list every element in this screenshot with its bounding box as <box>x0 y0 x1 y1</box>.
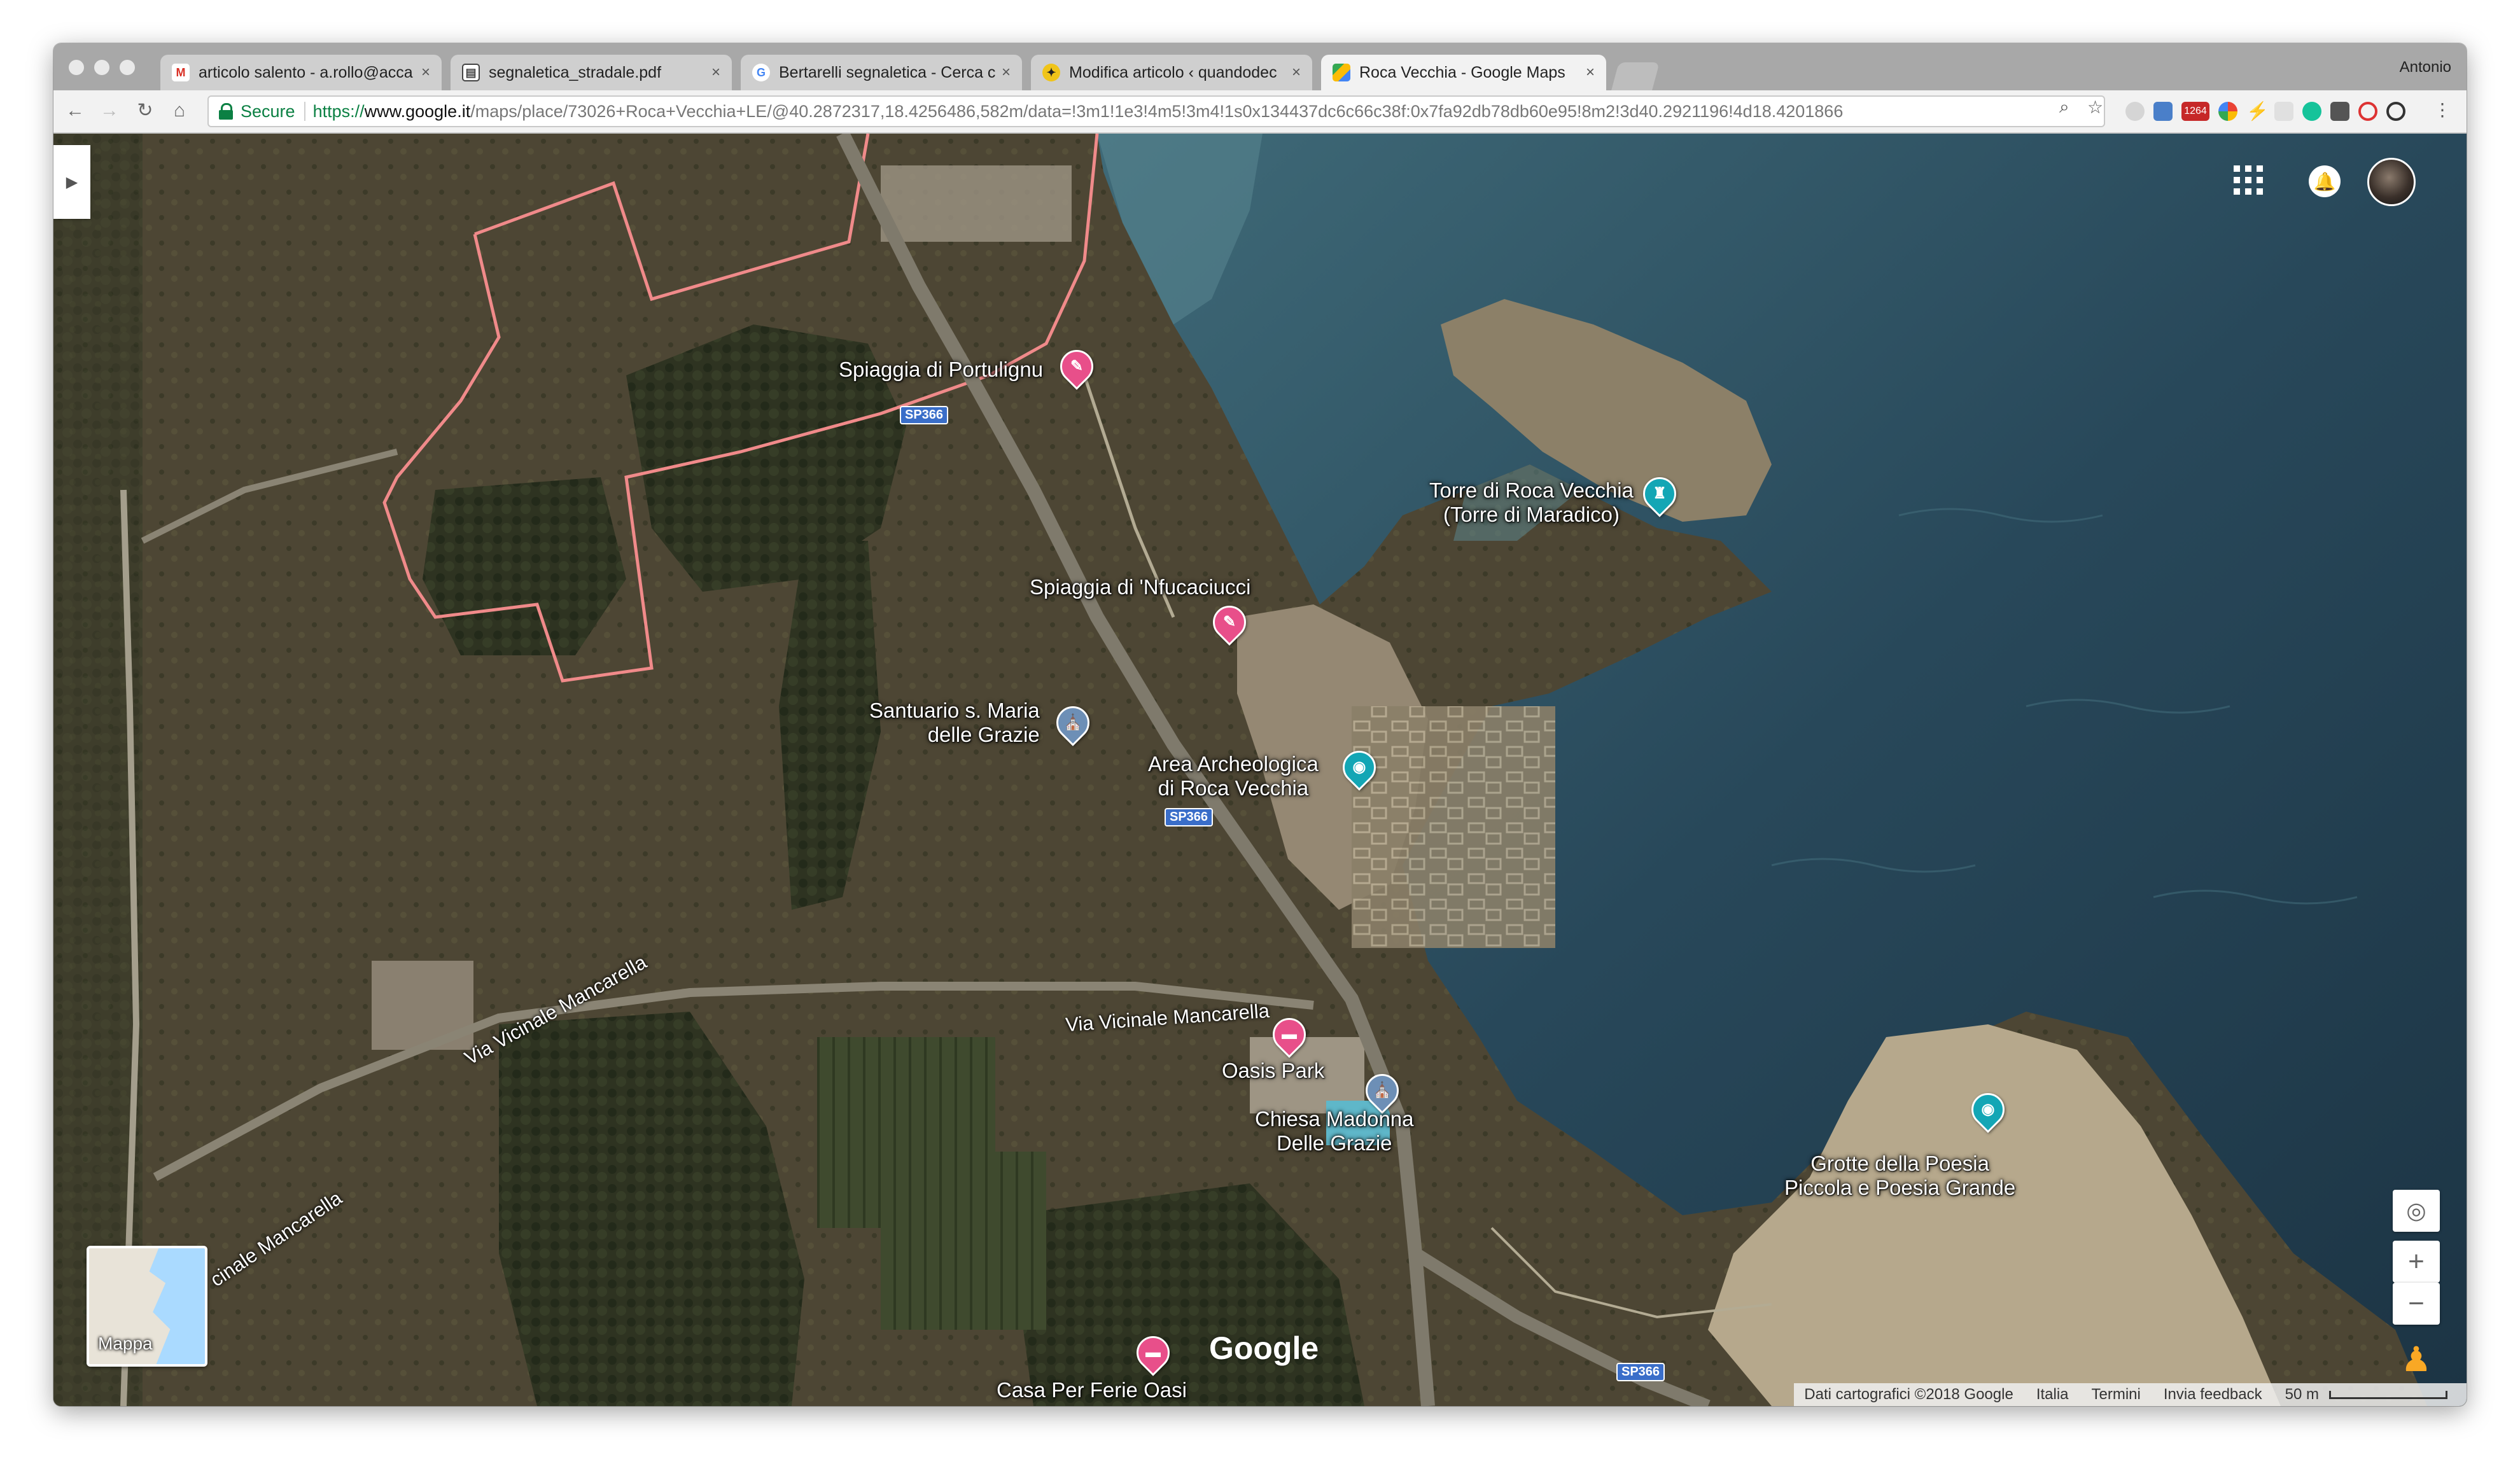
home-icon[interactable]: ⌂ <box>167 98 192 123</box>
back-icon[interactable]: ← <box>62 98 88 123</box>
google-icon: G <box>752 64 770 81</box>
place-label-line: Piccola e Poesia Grande <box>1784 1176 2016 1199</box>
close-window-button[interactable] <box>69 60 84 75</box>
page-extension-icon[interactable] <box>2274 102 2293 121</box>
url-scheme: https:// <box>312 101 365 121</box>
place-label-torre-roca-vecchia[interactable]: Torre di Roca Vecchia (Torre di Maradico… <box>1429 478 1634 527</box>
tab-close-icon[interactable]: × <box>1002 64 1011 81</box>
tab-title: Roca Vecchia - Google Maps <box>1359 63 1565 81</box>
country-link[interactable]: Italia <box>2036 1386 2069 1404</box>
place-label-line: Chiesa Madonna <box>1255 1107 1414 1131</box>
my-location-icon[interactable]: ◎ <box>2393 1190 2440 1232</box>
pdf-icon: ▤ <box>462 64 480 81</box>
scale-label[interactable]: 50 m <box>2285 1386 2319 1404</box>
zoom-out-button[interactable]: − <box>2393 1283 2440 1325</box>
tab-close-icon[interactable]: × <box>421 64 430 81</box>
tab-close-icon[interactable]: × <box>1586 64 1595 81</box>
tab-title: articolo salento - a.rollo@acca <box>199 63 413 81</box>
tab-close-icon[interactable]: × <box>711 64 720 81</box>
place-label-line: di Roca Vecchia <box>1158 776 1309 800</box>
google-logo: Google <box>1209 1330 1319 1366</box>
shield-extension-icon[interactable] <box>2330 102 2349 121</box>
map-type-label: Mappa <box>98 1334 153 1353</box>
grammarly-extension-icon[interactable] <box>2302 102 2321 121</box>
tab-google-search[interactable]: G Bertarelli segnaletica - Cerca c × <box>741 55 1022 90</box>
place-label-area-archeologica[interactable]: Area Archeologica di Roca Vecchia <box>1148 752 1319 800</box>
forward-icon[interactable]: → <box>97 98 122 123</box>
place-label-line: Delle Grazie <box>1276 1131 1392 1155</box>
road-shield-sp366: SP366 <box>1616 1363 1665 1381</box>
place-label-line: Torre di Roca Vecchia <box>1429 478 1634 502</box>
circle-extension-icon[interactable] <box>2386 102 2405 121</box>
place-label-spiaggia-portulignu[interactable]: Spiaggia di Portulignu <box>839 358 1043 382</box>
bookmark-star-icon[interactable]: ☆ <box>2087 97 2103 118</box>
place-label-line: (Torre di Maradico) <box>1443 503 1620 526</box>
lock-icon <box>219 103 233 120</box>
address-bar[interactable]: Secure https:// www.google.it /maps/plac… <box>207 95 2105 127</box>
map-footer: Dati cartografici ©2018 Google Italia Te… <box>1794 1383 2467 1406</box>
place-label-line: Santuario s. Maria <box>869 699 1040 722</box>
tab-title: Modifica articolo ‹ quandodec <box>1069 63 1277 81</box>
new-tab-button[interactable] <box>1611 62 1660 90</box>
terms-link[interactable]: Termini <box>2092 1386 2141 1404</box>
url-host: www.google.it <box>364 101 471 121</box>
map-data-credit: Dati cartografici ©2018 Google <box>1804 1386 2013 1403</box>
browser-window: M articolo salento - a.rollo@acca × ▤ se… <box>53 43 2467 1406</box>
place-label-casa-per-ferie[interactable]: Casa Per Ferie Oasi <box>997 1378 1187 1402</box>
tab-wordpress[interactable]: ✦ Modifica articolo ‹ quandodec × <box>1031 55 1312 90</box>
translate-extension-icon[interactable] <box>2153 102 2173 121</box>
place-label-oasis-park[interactable]: Oasis Park <box>1222 1059 1324 1083</box>
place-label-chiesa-madonna[interactable]: Chiesa Madonna Delle Grazie <box>1255 1107 1414 1155</box>
zoom-in-button[interactable]: + <box>2393 1241 2440 1283</box>
block-extension-icon[interactable] <box>2358 102 2377 121</box>
cloud-extension-icon[interactable] <box>2125 102 2145 121</box>
apps-grid-icon[interactable] <box>2234 165 2263 195</box>
mail-counter-extension-icon[interactable]: 1264 <box>2181 102 2209 121</box>
tab-close-icon[interactable]: × <box>1292 64 1301 81</box>
tab-title: segnaletica_stradale.pdf <box>489 63 662 81</box>
place-label-line: delle Grazie <box>927 723 1040 746</box>
tab-strip: M articolo salento - a.rollo@acca × ▤ se… <box>53 43 2467 90</box>
browser-toolbar: ← → ↻ ⌂ Secure https:// www.google.it /m… <box>53 90 2467 134</box>
place-label-line: Area Archeologica <box>1148 752 1319 776</box>
chrome-extension-icon[interactable] <box>2218 102 2237 121</box>
secure-label: Secure <box>241 101 295 121</box>
tab-google-maps[interactable]: Roca Vecchia - Google Maps × <box>1321 55 1606 90</box>
tab-pdf[interactable]: ▤ segnaletica_stradale.pdf × <box>451 55 732 90</box>
tab-gmail[interactable]: M articolo salento - a.rollo@acca × <box>160 55 442 90</box>
expand-sidebar-button[interactable]: ▶ <box>53 145 90 219</box>
road-shield-sp366: SP366 <box>1165 808 1214 826</box>
maximize-window-button[interactable] <box>120 60 135 75</box>
gmail-icon: M <box>172 64 190 81</box>
place-label-grotte-poesia[interactable]: Grotte della Poesia Piccola e Poesia Gra… <box>1784 1152 2015 1200</box>
url-path: /maps/place/73026+Roca+Vecchia+LE/@40.28… <box>470 101 1844 121</box>
road-shield-sp366: SP366 <box>900 406 949 424</box>
tab-title: Bertarelli segnaletica - Cerca c <box>779 63 996 81</box>
notifications-bell-icon[interactable]: 🔔 <box>2309 165 2341 197</box>
minimize-window-button[interactable] <box>94 60 109 75</box>
omnibox-divider <box>304 102 305 121</box>
avatar[interactable] <box>2367 158 2416 206</box>
place-label-santuario[interactable]: Santuario s. Maria delle Grazie <box>869 699 1040 747</box>
lightning-extension-icon[interactable]: ⚡ <box>2246 102 2269 121</box>
menu-kebab-icon[interactable]: ⋮ <box>2433 99 2451 120</box>
maps-icon <box>1333 64 1350 81</box>
place-label-spiaggia-nfucaciucci[interactable]: Spiaggia di 'Nfucaciucci <box>1030 575 1250 599</box>
satellite-map[interactable]: ✎ ♜ ✎ ⛪ ◉ ▬ ⛪ ◉ ▬ Spiaggia di Portulignu… <box>53 134 2467 1406</box>
place-label-line: Grotte della Poesia <box>1810 1152 1989 1175</box>
zoom-icon[interactable]: ⌕ <box>2059 97 2069 118</box>
reload-icon[interactable]: ↻ <box>132 98 158 123</box>
profile-name[interactable]: Antonio <box>2400 59 2451 76</box>
send-feedback-link[interactable]: Invia feedback <box>2164 1386 2262 1404</box>
scale-bar <box>2329 1390 2447 1399</box>
wordpress-icon: ✦ <box>1042 64 1060 81</box>
map-type-toggle[interactable]: Mappa <box>87 1246 207 1367</box>
pegman-icon[interactable]: ♟ <box>2393 1334 2440 1384</box>
